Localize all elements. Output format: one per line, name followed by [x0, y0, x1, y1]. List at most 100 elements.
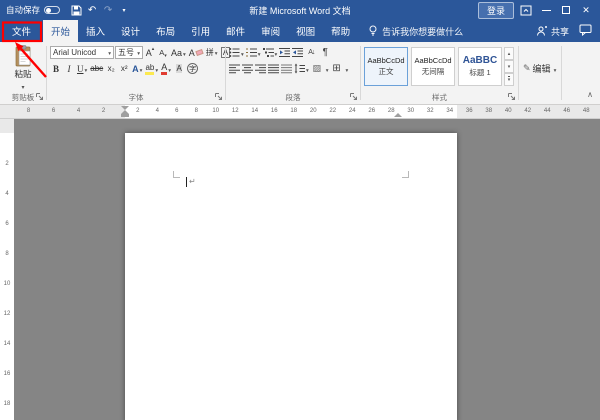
shading-button[interactable] [311, 62, 323, 76]
align-right-button[interactable] [255, 64, 266, 74]
redo-icon[interactable] [100, 2, 116, 18]
horizontal-ruler[interactable]: 8642 24681012141618202224262830323436384… [0, 105, 600, 119]
paste-dropdown-icon[interactable] [21, 81, 24, 91]
comment-icon [579, 24, 592, 36]
ruler-number: 30 [401, 105, 421, 118]
enclose-characters-button[interactable]: 字 [186, 62, 199, 76]
align-center-button[interactable] [242, 64, 253, 74]
ruler-number: 32 [421, 105, 441, 118]
tab-view[interactable]: 视图 [288, 20, 323, 42]
decrease-indent-button[interactable] [279, 47, 290, 58]
superscript-button[interactable]: x² [118, 62, 130, 76]
tab-file[interactable]: 文件 [0, 20, 43, 42]
chevron-down-icon [325, 64, 329, 74]
ruler-number: 26 [362, 105, 382, 118]
styles-gallery-scrollbar[interactable] [504, 47, 514, 86]
text-cursor [186, 177, 187, 187]
chevron-down-icon [345, 64, 349, 74]
right-indent-marker[interactable] [394, 113, 402, 117]
font-color-button[interactable]: A [160, 62, 172, 76]
tab-help[interactable]: 帮助 [323, 20, 358, 42]
distribute-button[interactable] [281, 64, 292, 74]
strikethrough-button[interactable]: abc [89, 62, 104, 76]
ruler-number: 34 [440, 105, 460, 118]
save-icon[interactable] [68, 2, 84, 18]
comment-button[interactable] [579, 24, 592, 38]
ribbon-display-options-icon[interactable] [518, 2, 534, 18]
clipboard-dialog-launcher-icon[interactable] [35, 92, 44, 101]
chevron-down-icon [154, 64, 158, 74]
text-effects-button[interactable]: A [131, 62, 143, 76]
subscript-button[interactable]: x₂ [105, 62, 117, 76]
chevron-down-icon [274, 48, 278, 58]
style-name: 无间隔 [422, 66, 445, 77]
tab-design[interactable]: 设计 [113, 20, 148, 42]
sign-in-button[interactable]: 登录 [478, 2, 514, 19]
align-left-button[interactable] [229, 64, 240, 74]
ruler-number: 20 [304, 105, 324, 118]
paste-button[interactable]: 粘贴 [6, 45, 40, 91]
scroll-up-icon[interactable] [504, 47, 514, 60]
font-name-select[interactable]: Arial Unicod [50, 46, 114, 59]
bold-button[interactable]: B [50, 62, 62, 76]
borders-button[interactable] [331, 62, 343, 76]
vertical-ruler[interactable]: 24681012141618 [0, 119, 14, 420]
share-button[interactable]: 共享 [536, 25, 569, 38]
undo-icon[interactable] [84, 2, 100, 18]
collapse-ribbon-icon[interactable] [587, 90, 593, 99]
phonetic-guide-button[interactable]: 拼 [205, 46, 219, 60]
tab-references[interactable]: 引用 [183, 20, 218, 42]
tab-home[interactable]: 开始 [43, 20, 78, 42]
maximize-button[interactable] [558, 2, 574, 18]
tab-review[interactable]: 审阅 [253, 20, 288, 42]
grow-font-button[interactable]: A [144, 46, 156, 60]
ruler-number: 46 [557, 105, 577, 118]
change-case-button[interactable]: Aa [170, 46, 187, 60]
chevron-down-icon [139, 64, 143, 74]
paragraph-dialog-launcher-icon[interactable] [349, 92, 358, 101]
close-button[interactable] [578, 2, 594, 18]
character-shading-button[interactable]: A [173, 62, 185, 76]
increase-indent-button[interactable] [292, 47, 303, 58]
quick-access-caret-icon[interactable] [116, 2, 132, 18]
tab-mailings[interactable]: 邮件 [218, 20, 253, 42]
style-preview: AaBbCcDd [367, 56, 404, 65]
multilevel-list-button[interactable] [263, 47, 278, 58]
highlight-color-button[interactable]: ab [144, 62, 159, 76]
line-spacing-button[interactable] [294, 63, 309, 74]
underline-button[interactable]: U [76, 62, 88, 76]
font-dialog-launcher-icon[interactable] [214, 92, 223, 101]
tab-layout[interactable]: 布局 [148, 20, 183, 42]
sort-button[interactable] [305, 46, 317, 60]
ruler-number: 40 [499, 105, 519, 118]
clear-formatting-button[interactable]: A [188, 46, 204, 60]
editing-button[interactable]: 编辑 [523, 62, 556, 75]
gallery-more-icon[interactable] [504, 73, 514, 86]
numbering-button[interactable] [246, 47, 261, 58]
styles-dialog-launcher-icon[interactable] [507, 92, 516, 101]
autosave-toggle[interactable] [44, 6, 60, 14]
paragraph-group: 段落 [226, 42, 360, 104]
font-size-select[interactable]: 五号 [115, 46, 143, 59]
justify-button[interactable] [268, 64, 279, 74]
ruler-number: 18 [0, 389, 14, 419]
style-heading1[interactable]: AaBBC 标题 1 [458, 47, 502, 86]
styles-group-label: 样式 [361, 92, 518, 103]
italic-button[interactable]: I [63, 62, 75, 76]
minimize-button[interactable] [538, 2, 554, 18]
hanging-indent-marker[interactable] [121, 110, 129, 117]
tab-insert[interactable]: 插入 [78, 20, 113, 42]
ruler-left-numbers: 8642 [16, 105, 116, 118]
bullets-button[interactable] [229, 47, 244, 58]
show-paragraph-marks-button[interactable] [319, 46, 331, 60]
shrink-font-button[interactable]: A [157, 46, 169, 60]
ruler-number: 14 [245, 105, 265, 118]
scroll-down-icon[interactable] [504, 60, 514, 73]
style-normal[interactable]: AaBbCcDd 正文 [364, 47, 408, 86]
document-page[interactable] [125, 133, 457, 420]
font-group-label: 字体 [47, 92, 225, 103]
document-area[interactable] [14, 119, 600, 420]
style-no-spacing[interactable]: AaBbCcDd 无间隔 [411, 47, 455, 86]
tell-me-box[interactable]: 告诉我你想要做什么 [368, 20, 463, 42]
toggle-knob [46, 8, 51, 13]
